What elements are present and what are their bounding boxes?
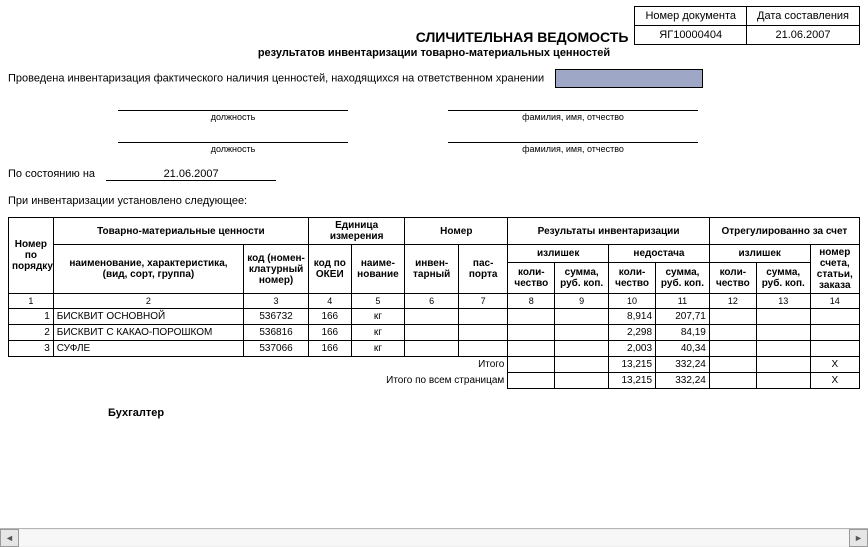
position-caption-1: должность [118, 112, 348, 122]
fio-line-1[interactable] [448, 96, 698, 111]
signature-row-1: должность фамилия, имя, отчество [8, 96, 860, 122]
col-adjusted: Отрегулированно за счет [709, 218, 859, 245]
col-sum-1: сумма, руб. коп. [555, 263, 609, 294]
scroll-left-icon[interactable]: ◄ [0, 529, 19, 547]
total-label-2: Итого по всем страницам [9, 373, 508, 389]
col-inv: инвен- тарный [405, 245, 459, 294]
col-sum-3: сумма, руб. коп. [756, 263, 810, 294]
col-pass: пас- порта [459, 245, 508, 294]
doc-subtitle: результатов инвентаризации товарно-матер… [8, 47, 860, 59]
col-surplus-2: излишек [709, 245, 810, 263]
col-tmc: Товарно-материальные ценности [53, 218, 308, 245]
table-row: 2 БИСКВИТ С КАКАО-ПОРОШКОМ 536816 166 кг… [9, 325, 860, 341]
col-unitname: наиме- нование [351, 245, 405, 294]
col-unit: Единица измерения [309, 218, 405, 245]
horizontal-scrollbar[interactable]: ◄ ► [0, 528, 868, 547]
intro-text: Проведена инвентаризация фактического на… [8, 72, 544, 84]
scroll-track[interactable] [19, 530, 849, 546]
header-row-2: наименование, характеристика, (вид, сорт… [9, 245, 860, 263]
state-date: 21.06.2007 [106, 168, 276, 181]
scroll-right-icon[interactable]: ► [849, 529, 868, 547]
intro-line: Проведена инвентаризация фактического на… [8, 69, 860, 88]
position-line-2[interactable] [118, 128, 348, 143]
state-line: По состоянию на 21.06.2007 [8, 168, 860, 181]
header-row-1: Номер по порядку Товарно-материальные це… [9, 218, 860, 245]
col-acct: номер счета, статьи, заказа [810, 245, 859, 294]
doc-date-value: 21.06.2007 [747, 26, 860, 45]
total-row-1: Итого 13,215 332,24 Х [9, 357, 860, 373]
note-line: При инвентаризации установлено следующее… [8, 195, 860, 207]
doc-title: СЛИЧИТЕЛЬНАЯ ВЕДОМОСТЬ [416, 29, 629, 45]
col-number: Номер [405, 218, 508, 245]
fio-caption-1: фамилия, имя, отчество [448, 112, 698, 122]
responsible-field[interactable] [555, 69, 703, 88]
total-label-1: Итого [9, 357, 508, 373]
doc-date-label: Дата составления [747, 7, 860, 26]
col-sum-2: сумма, руб. коп. [656, 263, 710, 294]
table-row: 1 БИСКВИТ ОСНОВНОЙ 536732 166 кг 8,914 2… [9, 309, 860, 325]
col-okei: код по ОКЕИ [309, 245, 352, 294]
col-qty-1: коли- чество [508, 263, 555, 294]
document-page: СЛИЧИТЕЛЬНАЯ ВЕДОМОСТЬ Номер документа Д… [0, 0, 868, 547]
position-line-1[interactable] [118, 96, 348, 111]
position-caption-2: должность [118, 144, 348, 154]
header-row: СЛИЧИТЕЛЬНАЯ ВЕДОМОСТЬ Номер документа Д… [8, 6, 860, 45]
doc-num-value: ЯГ10000404 [635, 26, 747, 45]
doc-num-label: Номер документа [635, 7, 747, 26]
col-shortage: недостача [609, 245, 710, 263]
col-results: Результаты инвентаризации [508, 218, 710, 245]
doc-meta-table: Номер документа Дата составления ЯГ10000… [634, 6, 860, 45]
signature-row-2: должность фамилия, имя, отчество [8, 128, 860, 154]
col-name: наименование, характеристика, (вид, сорт… [53, 245, 243, 294]
column-number-row: 12 34 56 78 910 1112 1314 [9, 294, 860, 309]
col-qty-2: коли- чество [609, 263, 656, 294]
state-label: По состоянию на [8, 168, 95, 180]
title-block: СЛИЧИТЕЛЬНАЯ ВЕДОМОСТЬ [8, 29, 634, 45]
main-table: Номер по порядку Товарно-материальные це… [8, 217, 860, 389]
total-row-2: Итого по всем страницам 13,215 332,24 Х [9, 373, 860, 389]
col-order: Номер по порядку [9, 218, 54, 294]
table-row: 3 СУФЛЕ 537066 166 кг 2,003 40,34 [9, 341, 860, 357]
accountant-label: Бухгалтер [108, 407, 860, 419]
fio-caption-2: фамилия, имя, отчество [448, 144, 698, 154]
col-qty-3: коли- чество [709, 263, 756, 294]
col-surplus: излишек [508, 245, 609, 263]
col-code: код (номен- клатурный номер) [244, 245, 309, 294]
fio-line-2[interactable] [448, 128, 698, 143]
